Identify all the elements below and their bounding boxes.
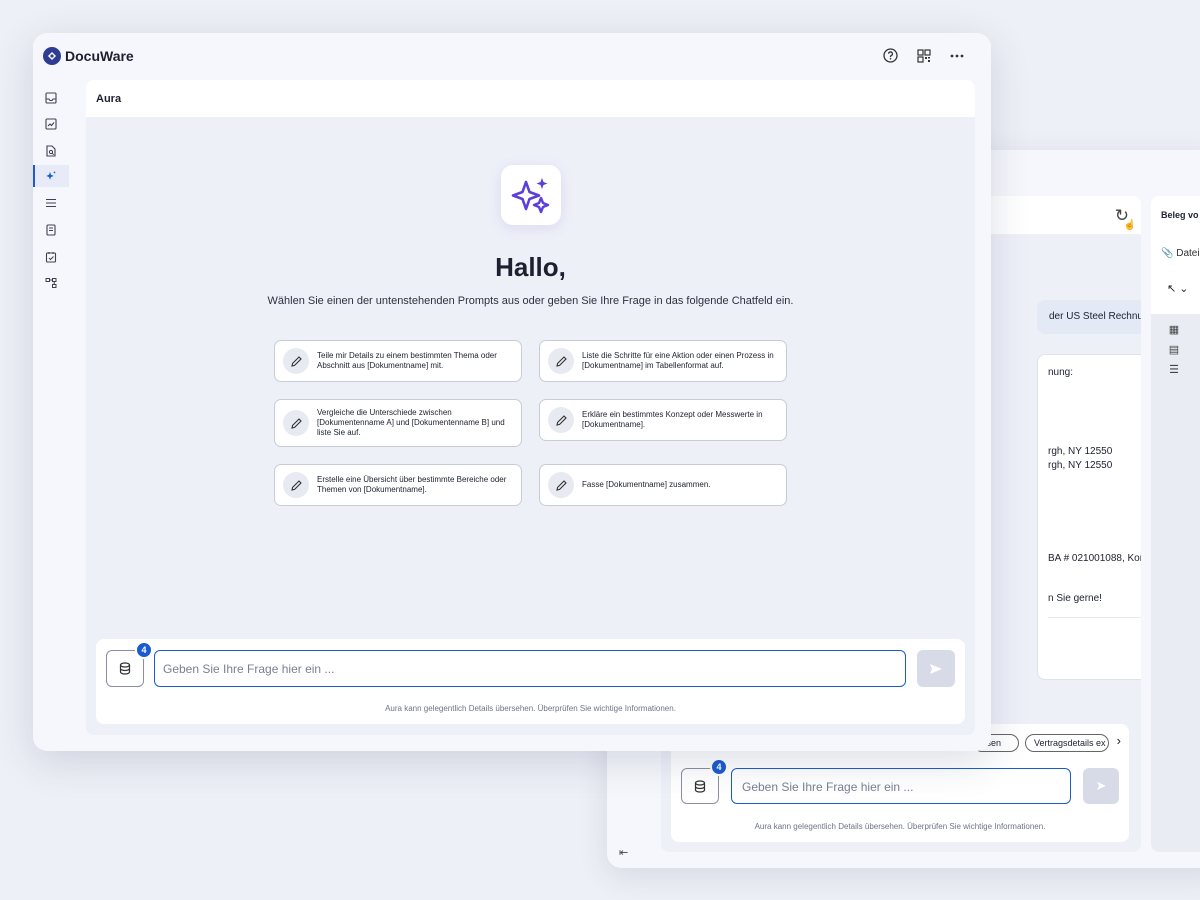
assistant-response-card: nung: rgh, NY 12550 rgh, NY 12550 BA # 0… [1037,354,1141,680]
docuware-logo-icon [43,47,61,65]
nav-workflow[interactable] [33,272,69,294]
prompt-card[interactable]: Liste die Schritte für eine Aktion oder … [539,340,787,382]
collapse-sidebar-icon[interactable]: ⇤ [619,846,628,859]
prompt-text: Vergleiche die Unterschiede zwischen [Do… [317,408,505,437]
prompt-card[interactable]: Teile mir Details zu einem bestimmten Th… [274,340,522,382]
prompt-text: Erkläre ein bestimmtes Konzept oder Mess… [582,410,763,429]
nav-inbox[interactable] [33,87,69,109]
pencil-icon [548,348,574,374]
qr-code-icon[interactable] [915,47,932,64]
nav-tasks[interactable] [33,246,69,268]
pencil-icon [283,348,309,374]
document-panel-title: Beleg vo [1161,210,1199,220]
nav-dashboard[interactable] [33,113,69,135]
pencil-icon [283,410,309,436]
divider [1048,617,1141,618]
pencil-icon [283,472,309,498]
pencil-icon [548,472,574,498]
document-icon[interactable]: ▤ [1167,342,1181,356]
send-button[interactable]: ➤ [1083,768,1119,804]
database-icon [119,662,131,675]
pencil-icon [548,407,574,433]
inbox-icon [45,92,57,104]
prompt-text: Liste die Schritte für eine Aktion oder … [582,351,774,370]
nav-forms[interactable] [33,219,69,241]
response-line: rgh, NY 12550 [1048,460,1113,471]
document-count-badge: 4 [135,641,153,659]
response-line: nung: [1048,367,1074,378]
prompt-card[interactable]: Vergleiche die Unterschiede zwischen [Do… [274,399,522,447]
response-line: n Sie gerne! [1048,593,1102,604]
greeting-subtitle: Wählen Sie einen der untenstehenden Prom… [267,295,794,307]
attachment-label: Datei [1176,248,1200,259]
app-name: DocuWare [65,48,134,64]
aura-panel: Aura Hallo, Wählen Sie einen der untenst… [86,80,975,735]
prompt-text: Erstelle eine Übersicht über bestimmte B… [317,475,507,494]
prompt-text: Teile mir Details zu einem bestimmten Th… [317,351,497,370]
forms-icon [46,224,56,236]
prompt-card[interactable]: Erkläre ein bestimmtes Konzept oder Mess… [539,399,787,441]
help-icon[interactable] [882,47,899,64]
response-line: BA # 021001088, Konto # [1048,553,1141,564]
nav-list[interactable] [33,192,69,214]
document-count-badge: 4 [710,758,728,776]
document-viewer: ▦ ▤ ☰ [1151,314,1200,852]
database-icon [694,779,706,793]
tasks-icon [45,252,57,263]
side-navigation: ⇤ [33,79,69,751]
dashboard-icon [45,118,57,130]
panel-title: Aura [96,93,122,105]
attachment-item[interactable]: 📎 Datei [1161,248,1200,259]
chevron-right-icon[interactable]: › [1117,733,1121,748]
document-search-icon [46,145,56,157]
send-icon: ➤ [1095,778,1107,793]
app-topbar: DocuWare [33,33,991,79]
prompt-card[interactable]: Erstelle eine Übersicht über bestimmte B… [274,464,522,506]
text-icon[interactable]: ☰ [1167,362,1181,376]
user-message-bubble: der US Steel Rechnung auf [1037,300,1141,334]
background-document-panel: Beleg vo 📎 Datei ↖ ⌄ ▦ ▤ ☰ [1151,196,1200,852]
send-button[interactable] [917,650,955,687]
app-logo: DocuWare [43,47,134,65]
aura-sparkle-icon [501,165,561,225]
nav-document-search[interactable] [33,140,69,162]
prompt-card[interactable]: Fasse [Dokumentname] zusammen. [539,464,787,506]
thumbnails-icon[interactable]: ▦ [1167,322,1181,336]
more-icon[interactable] [948,47,965,64]
greeting-title: Hallo, [495,252,566,282]
hand-cursor-icon: ☝ [1123,220,1136,231]
prompt-chip[interactable]: Vertragsdetails ex [1025,734,1109,752]
prompt-text: Fasse [Dokumentname] zusammen. [582,480,711,489]
disclaimer-text: Aura kann gelegentlich Details übersehen… [754,822,1046,831]
send-icon [930,663,942,674]
aura-window: DocuWare Aura Hallo, Wählen Sie einen de… [33,33,991,751]
disclaimer-text: Aura kann gelegentlich Details übersehen… [385,704,676,713]
response-line: rgh, NY 12550 [1048,446,1113,457]
panel-header: Aura [86,80,975,117]
nav-aura[interactable] [33,165,69,187]
pointer-tool-icon[interactable]: ↖ ⌄ [1167,282,1189,295]
list-icon [46,198,56,208]
background-chat-input[interactable]: Geben Sie Ihre Frage hier ein ... [731,768,1071,804]
workflow-icon [45,278,57,288]
chat-input-panel: 4 Aura kann gelegentlich Details überseh… [96,639,965,724]
aura-sparkle-icon [46,171,56,180]
chat-input[interactable] [154,650,906,687]
